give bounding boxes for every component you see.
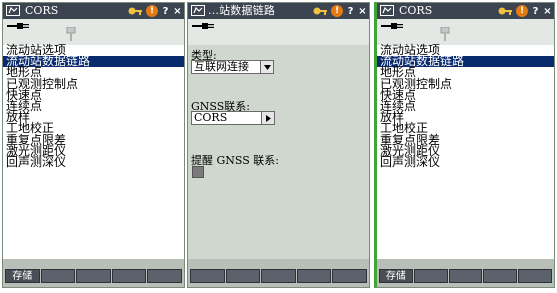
warning-icon[interactable]: ! [146, 5, 158, 17]
softkey-bar: 存储 [3, 259, 184, 287]
warning-icon[interactable]: ! [331, 5, 343, 17]
screen-right: CORS ! ? × 流动站选项 流动站数据链路 地形点 已观测控制点 快速点 … [374, 2, 555, 288]
gnss-contact-selector[interactable]: CORS [191, 111, 275, 125]
prompt-gnss-contact-checkbox[interactable] [192, 166, 204, 178]
softkey-2[interactable] [413, 269, 448, 283]
window-title: ...站数据链路 [208, 4, 276, 17]
softkey-3[interactable] [76, 269, 111, 283]
softkey-5[interactable] [147, 269, 182, 283]
softkey-4[interactable] [111, 269, 147, 283]
softkey-bar: 存储 [377, 259, 554, 287]
trimble-logo-icon[interactable] [6, 5, 20, 16]
antenna-icon [66, 27, 76, 41]
menu-list: 流动站选项 流动站数据链路 地形点 已观测控制点 快速点 连续点 放样 工地校正… [377, 44, 554, 168]
softkey-5[interactable] [332, 269, 367, 283]
trimble-logo-icon[interactable] [380, 5, 394, 16]
chevron-down-icon[interactable] [260, 61, 273, 73]
status-bar [3, 19, 184, 46]
plug-icon [192, 23, 214, 29]
softkey-4[interactable] [483, 269, 518, 283]
titlebar: CORS ! ? × [3, 3, 184, 19]
prompt-gnss-contact-label: 提醒 GNSS 联系: [191, 154, 279, 167]
softkey-1[interactable] [190, 269, 225, 283]
titlebar: ...站数据链路 ! ? × [188, 3, 369, 19]
warning-icon[interactable]: ! [516, 5, 528, 17]
window-title: CORS [25, 4, 59, 17]
softkey-4[interactable] [296, 269, 332, 283]
datalink-form: 类型: 互联网连接 GNSS联系: CORS 提醒 GNSS 联系: [188, 45, 369, 259]
type-dropdown[interactable]: 互联网连接 [191, 60, 274, 74]
trimble-logo-icon[interactable] [191, 5, 205, 16]
close-icon[interactable]: × [543, 6, 552, 17]
gnss-contact-value: CORS [194, 111, 228, 124]
list-item[interactable]: 连续点 [3, 100, 184, 112]
window-title: CORS [399, 4, 433, 17]
list-item[interactable]: 回声测深仪 [377, 156, 554, 168]
help-icon[interactable]: ? [161, 6, 170, 17]
softkey-3[interactable] [448, 269, 483, 283]
plug-icon [7, 23, 29, 29]
softkey-3[interactable] [261, 269, 296, 283]
softkey-2[interactable] [40, 269, 76, 283]
softkey-5[interactable] [518, 269, 552, 283]
menu-list-panel: 流动站选项 流动站数据链路 地形点 已观测控制点 快速点 连续点 放样 工地校正… [377, 44, 554, 259]
list-item[interactable]: 回声测深仪 [3, 156, 184, 168]
status-bar [188, 19, 369, 46]
titlebar: CORS ! ? × [377, 3, 554, 19]
screen-left: CORS ! ? × 流动站选项 流动站数据链路 地形点 已观测控制点 快速点 … [2, 2, 185, 288]
key-icon[interactable] [312, 5, 328, 17]
status-bar [377, 19, 554, 46]
softkey-2[interactable] [225, 269, 261, 283]
menu-list: 流动站选项 流动站数据链路 地形点 已观测控制点 快速点 连续点 放样 工地校正… [3, 44, 184, 168]
screen-middle: ...站数据链路 ! ? × 类型: 互联网连接 GNSS联系: CORS 提醒… [187, 2, 370, 288]
type-value: 互联网连接 [194, 60, 249, 73]
key-icon[interactable] [127, 5, 143, 17]
plug-icon [381, 23, 403, 29]
help-icon[interactable]: ? [346, 6, 355, 17]
key-icon[interactable] [497, 5, 513, 17]
chevron-right-icon[interactable] [261, 112, 274, 124]
softkey-bar [188, 259, 369, 287]
antenna-icon [440, 27, 450, 41]
menu-list-panel: 流动站选项 流动站数据链路 地形点 已观测控制点 快速点 连续点 放样 工地校正… [3, 44, 184, 259]
close-icon[interactable]: × [358, 6, 367, 17]
help-icon[interactable]: ? [531, 6, 540, 17]
close-icon[interactable]: × [173, 6, 182, 17]
store-button[interactable]: 存储 [5, 269, 40, 283]
store-button[interactable]: 存储 [379, 269, 413, 283]
